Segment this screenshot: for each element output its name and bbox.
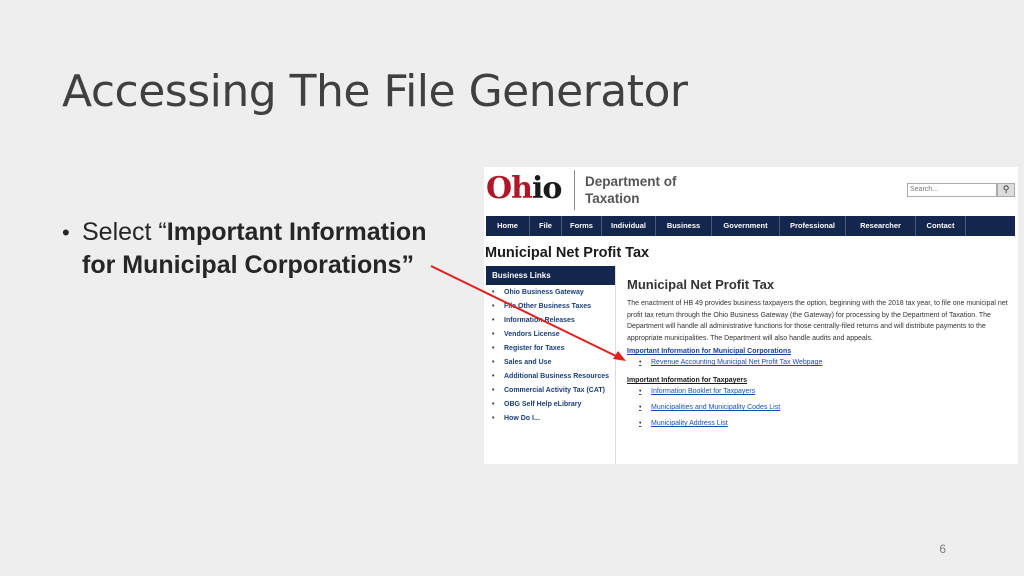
department-name: Department of Taxation [585,173,677,207]
sidebar-link-label: Additional Business Resources [504,373,610,380]
sidebar-heading: Business Links [486,266,615,285]
bullet-item: • Select “Important Information for Muni… [62,216,462,282]
bullet-dot: • [492,303,495,310]
nav-item-business[interactable]: Business [656,216,712,236]
bullet-dot: • [639,388,642,395]
sidebar-link[interactable]: • Vendors License [492,331,611,340]
sidebar-link-label: Information Releases [504,317,575,324]
page-number: 6 [939,542,946,556]
logo-divider [574,170,575,210]
main-nav: Home File Forms Individual Business Governmen… [486,216,1015,236]
taxpayers-heading: Important Information for Taxpayers [627,377,748,384]
bullet-dot: • [62,220,70,245]
corp-link[interactable]: • Revenue Accounting Municipal Net Profit… [639,358,1015,367]
sidebar-link-label: Vendors License [504,331,560,338]
bullet-prefix: Select “ [82,218,167,246]
ohio-logo[interactable]: Ohio [486,171,562,206]
sidebar-link[interactable]: • OBG Self Help eLibrary [492,401,611,410]
nav-item-contact[interactable]: Contact [916,216,966,236]
taxpayer-link-label: Information Booklet for Taxpayers [651,388,756,395]
bullet-dot: • [492,359,495,366]
sidebar-link[interactable]: • File Other Business Taxes [492,303,611,312]
bullet-dot: • [492,415,495,422]
logo-io: io [531,171,562,206]
bullet-dot: • [492,373,495,380]
sidebar-link-label: File Other Business Taxes [504,303,592,310]
nav-item-professional[interactable]: Professional [780,216,846,236]
main-paragraph: The enactment of HB 49 provides business… [627,300,1008,342]
sidebar: Business Links • Ohio Business Gateway • Fi… [486,266,616,464]
bullet-dot: • [639,359,642,366]
nav-item-individual[interactable]: Individual [602,216,656,236]
sidebar-link[interactable]: • Sales and Use [492,359,611,368]
sidebar-link[interactable]: • Ohio Business Gateway [492,289,611,298]
bullet-suffix: ” [401,251,414,279]
dept-line-2: Taxation [585,191,640,206]
bullet-dot: • [492,387,495,394]
bullet-dot: • [492,289,495,296]
sidebar-link-label: Commercial Activity Tax (CAT) [504,387,606,394]
sidebar-link[interactable]: • How Do I... [492,415,611,424]
bullet-dot: • [639,420,642,427]
site-header: Ohio Department of Taxation Search... ⚲ [484,167,1018,215]
taxpayer-link-label: Municipalities and Municipality Codes Li… [651,404,781,411]
sidebar-link-label: Ohio Business Gateway [504,289,584,296]
bullet-dot: • [492,345,495,352]
sidebar-link-label: OBG Self Help eLibrary [504,401,582,408]
taxpayer-link[interactable]: • Municipality Address List [639,419,1015,428]
dept-line-1: Department of [585,174,677,189]
bullet-dot: • [492,401,495,408]
taxpayer-link[interactable]: • Municipalities and Municipality Codes L… [639,403,1015,412]
sidebar-link-label: Sales and Use [504,359,552,366]
sidebar-link[interactable]: • Information Releases [492,317,611,326]
search-input[interactable]: Search... [907,183,997,197]
nav-item-file[interactable]: File [530,216,562,236]
sidebar-link-label: How Do I... [504,415,540,422]
bullet-dot: • [492,317,495,324]
search-icon[interactable]: ⚲ [997,183,1015,197]
municipal-corporations-link[interactable]: Important Information for Municipal Corp… [627,348,1015,355]
sidebar-link[interactable]: • Register for Taxes [492,345,611,354]
slide-title: Accessing The File Generator [62,66,688,117]
sidebar-list: • Ohio Business Gateway • File Other Busine… [486,285,615,424]
logo-oh: Oh [486,171,533,206]
sidebar-link[interactable]: • Additional Business Resources [492,373,611,382]
main-content: Municipal Net Profit Tax The enactment o… [627,266,1015,464]
nav-item-government[interactable]: Government [712,216,780,236]
website-screenshot: Ohio Department of Taxation Search... ⚲ … [484,167,1018,464]
page-heading: Municipal Net Profit Tax [485,245,650,261]
taxpayer-link[interactable]: • Information Booklet for Taxpayers [639,387,1015,396]
sidebar-link[interactable]: • Commercial Activity Tax (CAT) [492,387,611,396]
sidebar-link-label: Register for Taxes [504,345,565,352]
taxpayer-link-label: Municipality Address List [651,420,728,427]
corp-links-list: • Revenue Accounting Municipal Net Profit… [639,358,1015,367]
nav-item-researcher[interactable]: Researcher [846,216,916,236]
bullet-dot: • [492,331,495,338]
nav-item-forms[interactable]: Forms [562,216,602,236]
main-title: Municipal Net Profit Tax [627,277,775,292]
taxpayer-links-list: • Information Booklet for Taxpayers • Munic… [639,387,1015,428]
bullet-text: Select “Important Information for Munici… [82,216,462,282]
nav-item-home[interactable]: Home [486,216,530,236]
bullet-dot: • [639,404,642,411]
corp-link-label: Revenue Accounting Municipal Net Profit … [651,359,823,366]
